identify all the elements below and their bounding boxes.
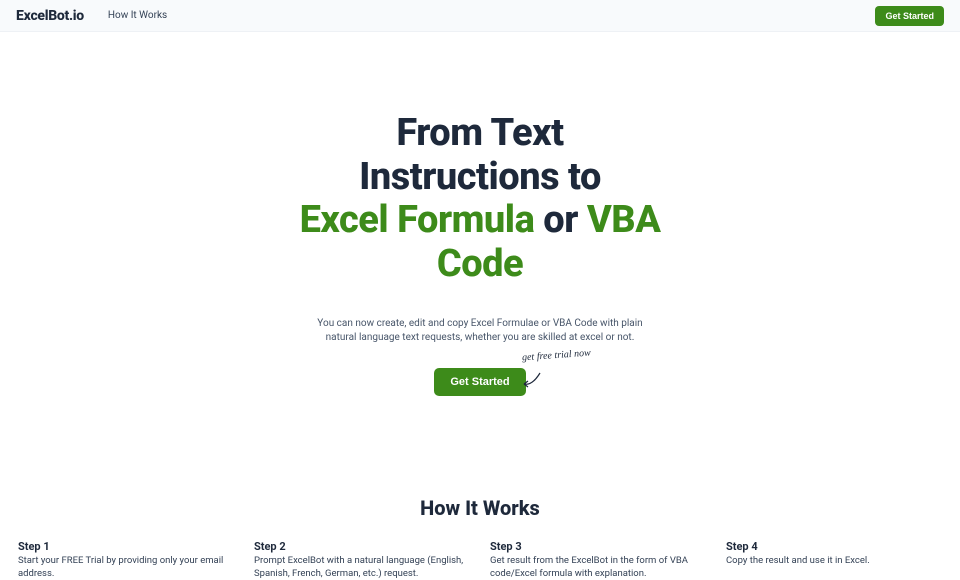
step-title: Step 2	[254, 540, 470, 553]
nav-link-how-it-works[interactable]: How It Works	[108, 10, 167, 21]
hero-cta-wrap: get free trial now Get Started	[434, 368, 525, 396]
step-desc: Start your FREE Trial by providing only …	[18, 555, 234, 580]
nav-left: ExcelBot.io How It Works	[16, 8, 167, 24]
hero-title-green2: VBA	[587, 198, 661, 242]
hero-title-line2: Instructions to	[359, 155, 601, 199]
step-desc: Prompt ExcelBot with a natural language …	[254, 555, 470, 580]
hero-title-green1: Excel Formula	[300, 198, 535, 242]
hero-title-line1: From Text	[396, 111, 563, 155]
how-it-works-title: How It Works	[0, 496, 960, 520]
hero-title-line4: Code	[437, 242, 523, 286]
step-2: Step 2 Prompt ExcelBot with a natural la…	[254, 540, 470, 580]
hero-title-mid: or	[534, 198, 587, 242]
logo-text-post: celBot.io	[30, 8, 83, 24]
hero-title: From Text Instructions to Excel Formula …	[0, 112, 960, 287]
step-title: Step 1	[18, 540, 234, 553]
step-title: Step 4	[726, 540, 942, 553]
step-desc: Get result from the ExcelBot in the form…	[490, 555, 706, 580]
step-1: Step 1 Start your FREE Trial by providin…	[18, 540, 234, 580]
arrow-icon	[520, 370, 544, 392]
logo-text-pre: E	[16, 8, 24, 24]
hero-hint: get free trial now	[522, 347, 591, 363]
step-3: Step 3 Get result from the ExcelBot in t…	[490, 540, 706, 580]
logo-text-x: x	[24, 8, 31, 24]
nav-get-started-button[interactable]: Get Started	[875, 6, 944, 26]
logo[interactable]: ExcelBot.io	[16, 8, 84, 24]
hero: From Text Instructions to Excel Formula …	[0, 32, 960, 396]
step-desc: Copy the result and use it in Excel.	[726, 555, 942, 568]
steps-row: Step 1 Start your FREE Trial by providin…	[0, 520, 960, 580]
step-4: Step 4 Copy the result and use it in Exc…	[726, 540, 942, 580]
hero-subtitle: You can now create, edit and copy Excel …	[310, 317, 650, 346]
step-title: Step 3	[490, 540, 706, 553]
hero-get-started-button[interactable]: Get Started	[434, 368, 525, 396]
navbar: ExcelBot.io How It Works Get Started	[0, 0, 960, 32]
